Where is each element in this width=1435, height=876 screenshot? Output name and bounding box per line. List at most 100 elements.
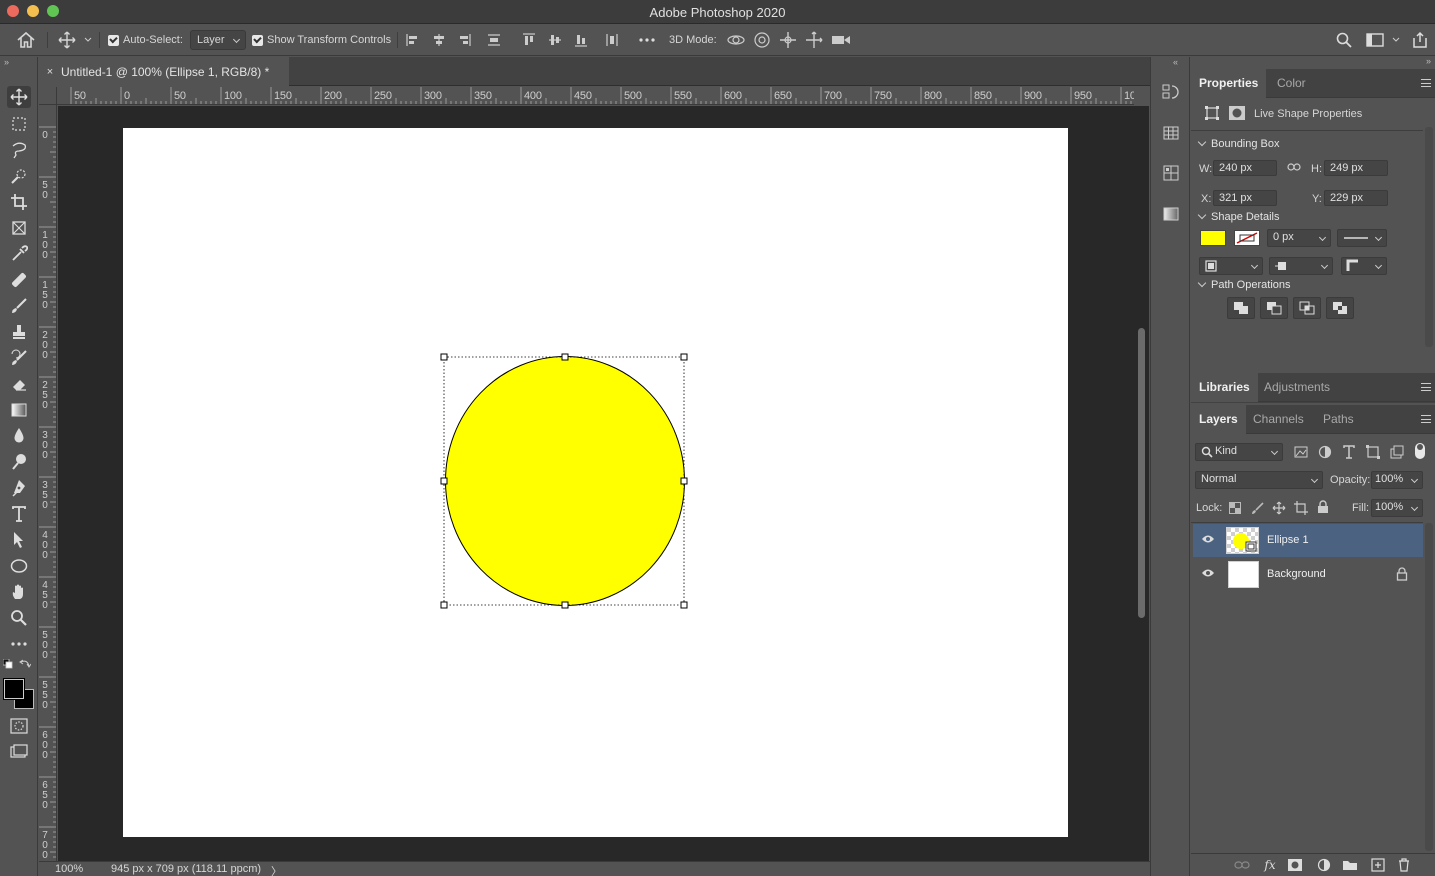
vertical-scroll-thumb[interactable] <box>1138 328 1145 618</box>
ruler-corner[interactable] <box>39 87 57 105</box>
horizontal-ruler[interactable]: 50 0 50 100 150 200 250 300 350 400 450 500 550 600 65… <box>57 87 1134 105</box>
default-colors-icon[interactable] <box>2 657 14 671</box>
crop-tool-icon[interactable] <box>7 191 31 213</box>
stroke-corners-dropdown[interactable] <box>1341 257 1387 275</box>
stroke-color-swatch[interactable] <box>1234 230 1260 246</box>
shape-details-section[interactable]: Shape Details <box>1199 211 1280 223</box>
lock-artboard-icon[interactable] <box>1294 501 1308 518</box>
lock-pixels-icon[interactable] <box>1251 501 1265 518</box>
combine-shapes-icon[interactable] <box>1227 297 1255 319</box>
edit-toolbar-icon[interactable] <box>7 633 31 655</box>
delete-layer-icon[interactable] <box>1396 858 1412 872</box>
tab-channels[interactable]: Channels <box>1245 405 1312 434</box>
quick-select-tool-icon[interactable] <box>7 165 31 187</box>
filter-smart-object-icon[interactable] <box>1390 445 1404 462</box>
filter-shape-icon[interactable] <box>1366 445 1380 462</box>
filter-adjustment-icon[interactable] <box>1318 445 1332 462</box>
x-input[interactable]: 321 px <box>1213 190 1277 206</box>
fill-dropdown[interactable]: 100% <box>1371 499 1423 517</box>
y-input[interactable]: 229 px <box>1324 190 1388 206</box>
height-input[interactable]: 249 px <box>1324 160 1388 176</box>
stroke-type-dropdown[interactable] <box>1337 229 1387 247</box>
align-top-icon[interactable] <box>521 24 537 56</box>
show-transform-controls-checkbox[interactable]: Show Transform Controls <box>252 24 391 56</box>
opacity-dropdown[interactable]: 100% <box>1371 471 1423 489</box>
gradients-panel-icon[interactable] <box>1160 203 1182 225</box>
zoom-tool-icon[interactable] <box>7 607 31 629</box>
layer-row-background[interactable]: Background <box>1193 558 1423 591</box>
align-center-h-icon[interactable] <box>431 24 447 56</box>
workspace-icon[interactable] <box>1366 24 1400 56</box>
fill-color-swatch[interactable] <box>1200 230 1226 246</box>
auto-select-dropdown[interactable]: Layer <box>190 30 246 50</box>
swatches-panel-icon[interactable] <box>1160 122 1182 144</box>
gradient-tool-icon[interactable] <box>7 399 31 421</box>
document-canvas[interactable] <box>123 128 1068 837</box>
frame-tool-icon[interactable] <box>7 217 31 239</box>
pan-3d-icon[interactable] <box>779 24 797 56</box>
layer-effects-icon[interactable]: fx <box>1262 858 1278 872</box>
properties-menu-icon[interactable] <box>1421 79 1431 87</box>
history-panel-icon[interactable] <box>1160 81 1182 103</box>
lock-position-icon[interactable] <box>1272 501 1286 518</box>
close-tab-button[interactable]: × <box>39 66 61 78</box>
link-layers-icon[interactable] <box>1234 858 1250 872</box>
scale-3d-camera-icon[interactable] <box>831 24 851 56</box>
swap-colors-icon[interactable] <box>18 657 32 671</box>
width-input[interactable]: 240 px <box>1213 160 1277 176</box>
properties-scrollbar[interactable] <box>1425 127 1433 347</box>
zoom-level[interactable]: 100% <box>55 863 83 875</box>
layer-row-ellipse[interactable]: Ellipse 1 <box>1193 524 1423 557</box>
eraser-tool-icon[interactable] <box>7 373 31 395</box>
tab-layers[interactable]: Layers <box>1191 405 1246 434</box>
link-dimensions-icon[interactable] <box>1287 162 1301 175</box>
grid-panel-icon[interactable] <box>1160 162 1182 184</box>
lock-transparent-icon[interactable] <box>1229 502 1241 517</box>
intersect-shapes-icon[interactable] <box>1293 297 1321 319</box>
auto-select-checkbox[interactable]: Auto-Select: <box>108 24 183 56</box>
pen-tool-icon[interactable] <box>7 477 31 499</box>
move-tool-icon[interactable] <box>7 86 31 108</box>
libraries-menu-icon[interactable] <box>1421 383 1431 391</box>
path-selection-tool-icon[interactable] <box>7 529 31 551</box>
blur-tool-icon[interactable] <box>7 425 31 447</box>
history-brush-tool-icon[interactable] <box>7 347 31 369</box>
layers-menu-icon[interactable] <box>1421 415 1431 423</box>
new-adjustment-layer-icon[interactable] <box>1316 858 1332 872</box>
move-tool-preset-icon[interactable] <box>58 24 94 56</box>
layer-lock-icon[interactable] <box>1396 567 1408 584</box>
collapse-strip-icon[interactable]: « <box>1173 57 1178 67</box>
collapse-panels-icon[interactable]: » <box>1426 56 1431 66</box>
layer-name[interactable]: Ellipse 1 <box>1267 534 1309 546</box>
slide-3d-icon[interactable] <box>805 24 823 56</box>
bounding-box-section[interactable]: Bounding Box <box>1199 138 1280 150</box>
brush-tool-icon[interactable] <box>7 295 31 317</box>
distribute-icon[interactable] <box>486 24 502 56</box>
dodge-tool-icon[interactable] <box>7 451 31 473</box>
foreground-color-swatch[interactable] <box>3 678 25 700</box>
document-tab[interactable]: × Untitled-1 @ 100% (Ellipse 1, RGB/8) * <box>39 57 289 86</box>
vertical-scrollbar[interactable] <box>1134 106 1149 861</box>
tab-adjustments[interactable]: Adjustments <box>1256 373 1338 402</box>
visibility-eye-icon[interactable] <box>1201 568 1215 581</box>
mask-icon[interactable] <box>1229 106 1245 123</box>
filter-type-icon[interactable] <box>1342 445 1356 462</box>
home-icon[interactable] <box>16 24 36 56</box>
hand-tool-icon[interactable] <box>7 581 31 603</box>
stroke-caps-dropdown[interactable] <box>1269 257 1333 275</box>
healing-brush-tool-icon[interactable] <box>7 269 31 291</box>
search-icon[interactable] <box>1336 24 1352 56</box>
distribute-v-icon[interactable] <box>604 24 620 56</box>
type-tool-icon[interactable] <box>7 503 31 525</box>
screen-mode-icon[interactable] <box>7 741 31 763</box>
canvas-pasteboard[interactable] <box>58 106 1134 861</box>
filter-toggle[interactable] <box>1415 443 1425 459</box>
layer-filter-dropdown[interactable]: Kind <box>1195 443 1283 461</box>
align-middle-v-icon[interactable] <box>547 24 563 56</box>
lock-all-icon[interactable] <box>1317 500 1329 517</box>
layer-thumbnail-ellipse[interactable] <box>1226 527 1259 554</box>
status-menu-arrow[interactable]: 〉 <box>271 863 282 876</box>
lasso-tool-icon[interactable] <box>7 139 31 161</box>
tab-paths[interactable]: Paths <box>1315 405 1362 434</box>
more-options-icon[interactable] <box>638 24 656 56</box>
